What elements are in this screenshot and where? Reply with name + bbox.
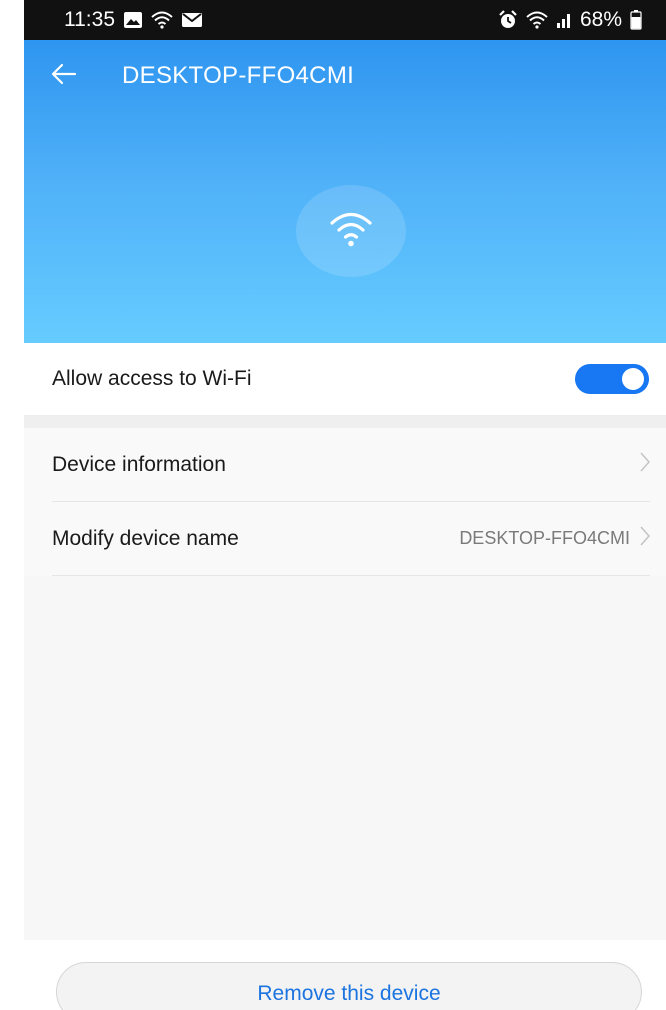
- modify-device-name-label: Modify device name: [52, 526, 239, 550]
- battery-percent: 68%: [579, 8, 622, 31]
- signal-icon: [556, 12, 572, 28]
- alarm-icon: [498, 10, 518, 30]
- back-button[interactable]: [28, 40, 100, 112]
- row-trailing: [640, 452, 651, 477]
- status-bar: 11:35 68%: [24, 0, 666, 40]
- wifi-access-label: Allow access to Wi-Fi: [52, 367, 252, 390]
- remove-device-button[interactable]: Remove this device: [56, 962, 642, 1010]
- toggle-knob: [622, 368, 644, 390]
- status-bar-left: 11:35: [64, 8, 203, 32]
- modify-device-name-row[interactable]: Modify device name DESKTOP-FFO4CMI: [52, 502, 651, 576]
- row-trailing: DESKTOP-FFO4CMI: [459, 526, 651, 551]
- wifi-icon: [151, 11, 173, 29]
- battery-icon: [630, 10, 642, 30]
- page-title: DESKTOP-FFO4CMI: [122, 62, 355, 89]
- arrow-left-icon: [51, 63, 77, 90]
- chevron-right-icon: [640, 526, 651, 551]
- wifi-access-row: Allow access to Wi-Fi: [24, 343, 666, 416]
- wifi-icon: [526, 11, 548, 29]
- device-information-row[interactable]: Device information: [52, 428, 651, 502]
- phone-screen: 11:35 68% DESKTOP-FFO4CMI Allow access t…: [24, 0, 666, 1010]
- device-header: DESKTOP-FFO4CMI: [24, 40, 666, 343]
- status-bar-right: 68%: [498, 8, 642, 32]
- settings-list: Device information Modify device name DE…: [24, 428, 666, 576]
- wifi-access-toggle[interactable]: [575, 364, 649, 394]
- image-icon: [123, 11, 143, 29]
- wifi-icon: [329, 209, 373, 254]
- section-divider: [24, 416, 666, 428]
- device-name-value: DESKTOP-FFO4CMI: [459, 528, 630, 548]
- chevron-right-icon: [640, 452, 651, 477]
- wifi-badge: [296, 185, 406, 277]
- app-bar: DESKTOP-FFO4CMI: [24, 40, 666, 112]
- mail-icon: [181, 12, 203, 28]
- status-time: 11:35: [64, 8, 115, 31]
- device-information-label: Device information: [52, 452, 226, 476]
